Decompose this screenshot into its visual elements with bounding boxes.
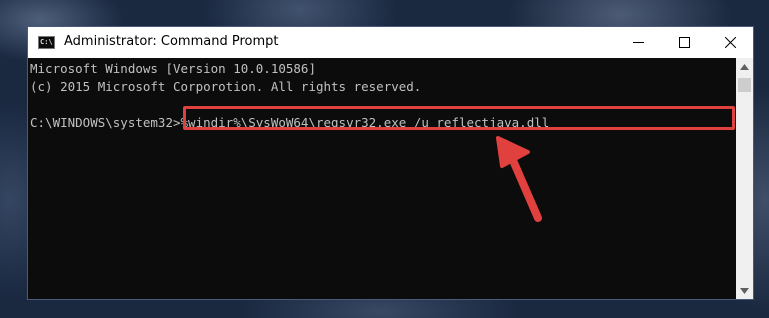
chevron-up-icon <box>740 63 749 70</box>
pointer-arrow-icon <box>496 136 542 222</box>
maximize-button[interactable] <box>661 27 707 58</box>
command-highlight-box <box>183 106 735 130</box>
vertical-scrollbar[interactable] <box>736 58 753 299</box>
close-button[interactable] <box>707 27 753 58</box>
scroll-down-button[interactable] <box>736 282 753 299</box>
minimize-button[interactable] <box>615 27 661 58</box>
scroll-thumb[interactable] <box>738 78 751 92</box>
window-title: Administrator: Command Prompt <box>64 34 279 49</box>
title-bar[interactable]: C:\ Administrator: Command Prompt <box>28 27 753 58</box>
close-icon <box>724 37 736 48</box>
minimize-icon <box>632 42 644 43</box>
console-prompt: C:\WINDOWS\system32> <box>30 115 181 130</box>
console-line-copyright: (c) 2015 Microsoft Corporotion. All righ… <box>30 79 422 94</box>
chevron-down-icon <box>740 287 749 294</box>
console-line-version: Microsoft Windows [Version 10.0.10586] <box>30 61 316 76</box>
command-prompt-window: C:\ Administrator: Command Prompt Micros… <box>27 26 754 300</box>
scroll-up-button[interactable] <box>736 58 753 75</box>
console-output[interactable]: Microsoft Windows [Version 10.0.10586] (… <box>28 58 736 299</box>
maximize-icon <box>678 37 690 48</box>
cmd-app-icon: C:\ <box>38 36 55 49</box>
